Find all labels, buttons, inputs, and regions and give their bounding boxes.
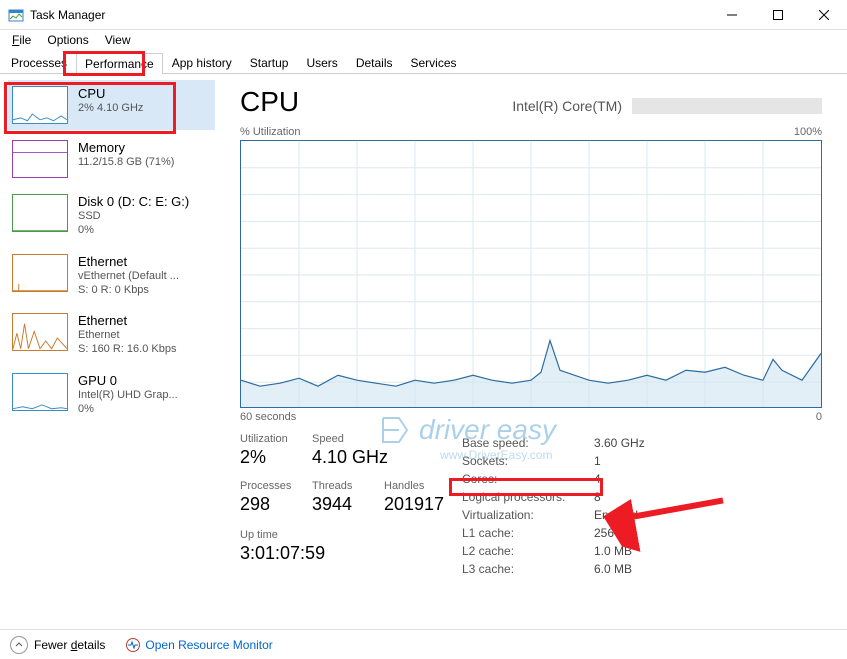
menu-file[interactable]: File [4, 31, 39, 49]
cpu-chart[interactable] [240, 140, 822, 408]
taskmgr-icon [8, 7, 24, 23]
eth-thumb [12, 254, 68, 292]
stat-uptime: 3:01:07:59 [240, 543, 460, 564]
menu-options[interactable]: Options [39, 31, 96, 49]
tab-apphistory[interactable]: App history [163, 52, 241, 73]
window-title: Task Manager [30, 8, 709, 22]
stat-threads: 3944 [312, 494, 384, 515]
menu-view[interactable]: View [97, 31, 139, 49]
sidebar-item-ethernet-1[interactable]: Ethernet vEthernet (Default ... S: 0 R: … [8, 248, 215, 304]
stats-left: Utilization2% Speed4.10 GHz Processes298… [240, 433, 460, 579]
stat-virt: Enabled [594, 507, 645, 523]
bottom-bar: Fewer details Open Resource Monitor [0, 629, 847, 659]
util-max: 100% [794, 126, 822, 138]
x-right: 0 [816, 411, 822, 423]
tab-startup[interactable]: Startup [241, 52, 298, 73]
fewer-details-link[interactable]: Fewer details [34, 638, 105, 652]
stat-speed: 4.10 GHz [312, 447, 388, 468]
tab-services[interactable]: Services [402, 52, 466, 73]
stat-l1: 256 KB [594, 525, 645, 541]
cpu-thumb [12, 86, 68, 124]
tab-details[interactable]: Details [347, 52, 402, 73]
stat-lprocs: 8 [594, 489, 645, 505]
stats-right: Base speed:3.60 GHz Sockets:1 Cores:4 Lo… [460, 433, 647, 579]
sidebar-item-disk0[interactable]: Disk 0 (D: C: E: G:) SSD 0% [8, 188, 215, 244]
stat-processes: 298 [240, 494, 312, 515]
sidebar-item-cpu[interactable]: CPU 2% 4.10 GHz [8, 80, 215, 130]
chevron-up-icon [10, 636, 28, 654]
sidebar-label: CPU [78, 86, 143, 101]
stat-l2: 1.0 MB [594, 543, 645, 559]
menubar: File Options View [0, 30, 847, 50]
cpu-model: Intel(R) Core(TM) [512, 98, 822, 114]
tab-processes[interactable]: Processes [2, 52, 76, 73]
resource-monitor-icon [125, 637, 141, 653]
open-resource-monitor-link[interactable]: Open Resource Monitor [125, 637, 272, 653]
stat-utilization: 2% [240, 447, 312, 468]
page-title: CPU [240, 86, 299, 118]
minimize-button[interactable] [709, 0, 755, 30]
stat-sockets: 1 [594, 453, 645, 469]
stat-basespeed: 3.60 GHz [594, 435, 645, 451]
eth-thumb [12, 313, 68, 351]
tab-users[interactable]: Users [297, 52, 346, 73]
sidebar-item-gpu0[interactable]: GPU 0 Intel(R) UHD Grap... 0% [8, 367, 215, 423]
maximize-button[interactable] [755, 0, 801, 30]
gpu-thumb [12, 373, 68, 411]
util-label: % Utilization [240, 126, 301, 138]
main-panel: CPU Intel(R) Core(TM) % Utilization 100%… [215, 74, 847, 629]
memory-thumb [12, 140, 68, 178]
stat-l3: 6.0 MB [594, 561, 645, 577]
stat-handles: 201917 [384, 494, 456, 515]
close-button[interactable] [801, 0, 847, 30]
sidebar: CPU 2% 4.10 GHz Memory 11.2/15.8 GB (71%… [0, 74, 215, 629]
sidebar-item-ethernet-2[interactable]: Ethernet Ethernet S: 160 R: 16.0 Kbps [8, 307, 215, 363]
x-left: 60 seconds [240, 411, 296, 423]
tabs: Processes Performance App history Startu… [0, 50, 847, 74]
disk-thumb [12, 194, 68, 232]
sidebar-item-memory[interactable]: Memory 11.2/15.8 GB (71%) [8, 134, 215, 184]
titlebar: Task Manager [0, 0, 847, 30]
tab-performance[interactable]: Performance [76, 53, 163, 74]
stat-cores: 4 [594, 471, 645, 487]
